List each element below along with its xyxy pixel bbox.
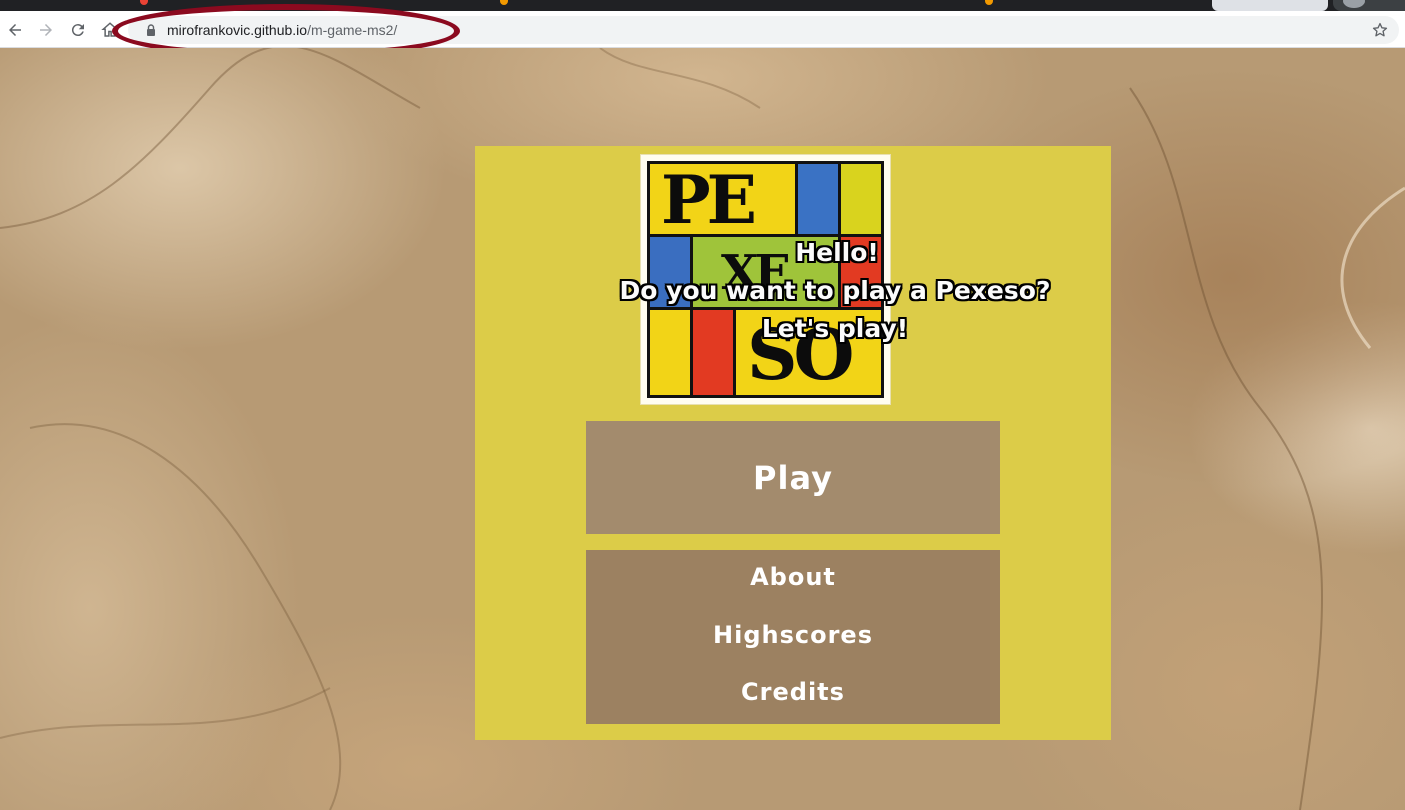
- logo-letters-top: PE: [661, 161, 757, 239]
- play-button[interactable]: Play: [586, 421, 1000, 534]
- avatar: [1343, 0, 1365, 8]
- lock-icon: [147, 24, 155, 36]
- forward-button[interactable]: [33, 17, 59, 43]
- page-viewport: PE XE SO Hello! Do you want to play a Pe…: [0, 48, 1405, 810]
- greeting-question: Do you want to play a Pexeso?: [619, 276, 1051, 305]
- active-tab[interactable]: [1212, 0, 1328, 11]
- menu-box: About Highscores Credits: [586, 550, 1000, 724]
- home-button[interactable]: [97, 17, 123, 43]
- profile-chip[interactable]: [1333, 0, 1405, 11]
- greeting-lets-play: Let's play!: [761, 314, 909, 343]
- forward-icon: [40, 24, 52, 36]
- credits-link[interactable]: Credits: [586, 678, 1000, 706]
- logo-tile: [841, 164, 881, 234]
- browser-toolbar: mirofrankovic.github.io/m-game-ms2/: [0, 11, 1405, 48]
- url-text[interactable]: mirofrankovic.github.io/m-game-ms2/: [167, 22, 397, 38]
- tab-strip: [0, 0, 1405, 11]
- back-button[interactable]: [2, 17, 28, 43]
- home-icon: [101, 22, 119, 37]
- url-host: mirofrankovic.github.io: [167, 22, 308, 38]
- tab-favicon: [500, 0, 508, 5]
- star-icon[interactable]: [1371, 21, 1389, 39]
- reload-button[interactable]: [65, 17, 91, 43]
- tab-favicon: [140, 0, 148, 5]
- highscores-link[interactable]: Highscores: [586, 621, 1000, 649]
- url-path: /m-game-ms2/: [307, 22, 398, 38]
- about-link[interactable]: About: [586, 563, 1000, 591]
- greeting-hello: Hello!: [795, 238, 879, 267]
- main-card: PE XE SO Hello! Do you want to play a Pe…: [475, 146, 1111, 740]
- back-icon: [9, 24, 21, 36]
- address-bar[interactable]: mirofrankovic.github.io/m-game-ms2/: [128, 16, 1399, 44]
- tab-favicon: [985, 0, 993, 5]
- reload-icon: [71, 24, 84, 37]
- logo-tile: [798, 164, 838, 234]
